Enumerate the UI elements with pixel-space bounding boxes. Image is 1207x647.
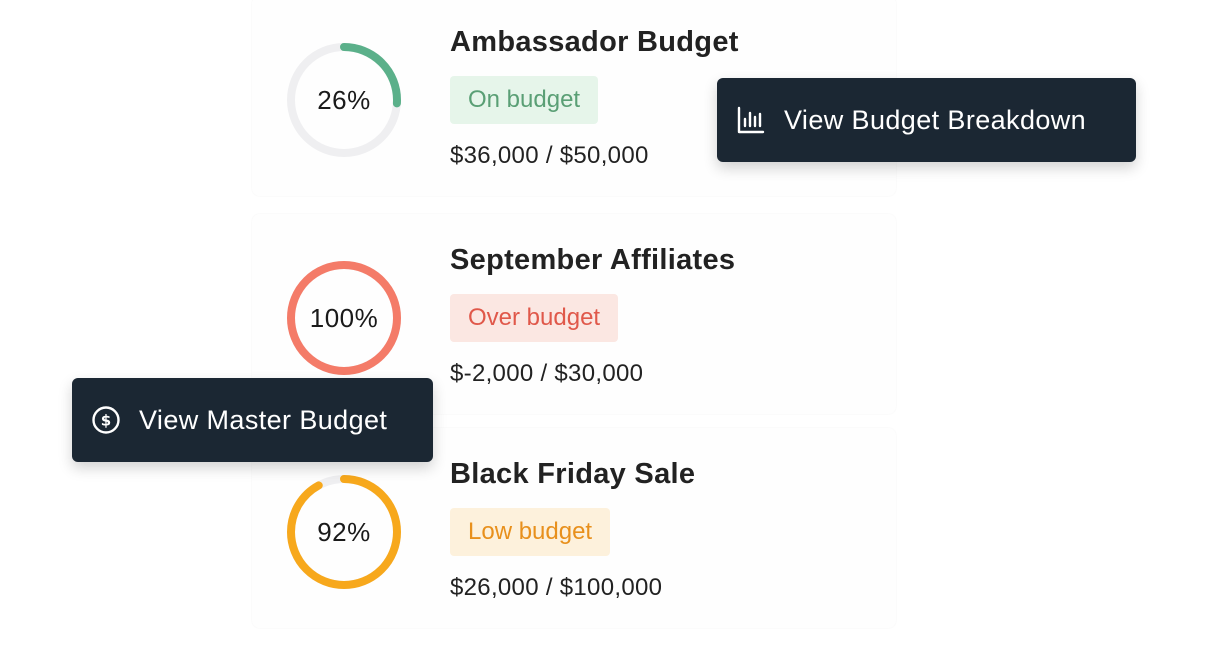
dollar-circle-icon: $ [90, 404, 122, 436]
progress-ring: 100% [284, 258, 404, 378]
budget-title: September Affiliates [450, 244, 736, 276]
bar-chart-icon [735, 104, 767, 136]
budget-title: Black Friday Sale [450, 458, 696, 490]
progress-ring: 92% [284, 472, 404, 592]
view-budget-breakdown-button[interactable]: View Budget Breakdown [717, 78, 1136, 162]
status-badge: Over budget [450, 294, 619, 342]
view-master-budget-label: View Master Budget [139, 404, 388, 435]
svg-text:$: $ [101, 412, 111, 430]
progress-percent: 92% [317, 516, 371, 547]
status-badge: Low budget [450, 508, 611, 556]
budget-amount: $26,000 / $100,000 [450, 574, 663, 601]
status-badge: On budget [450, 76, 599, 124]
budget-overview: 26% Ambassador Budget On budget $36,000 … [0, 0, 1207, 647]
view-master-budget-button[interactable]: $ View Master Budget [72, 378, 433, 462]
view-budget-breakdown-label: View Budget Breakdown [784, 104, 1087, 135]
progress-ring: 26% [284, 40, 404, 160]
budget-amount: $36,000 / $50,000 [450, 142, 649, 169]
budget-amount: $-2,000 / $30,000 [450, 360, 644, 387]
budget-title: Ambassador Budget [450, 26, 739, 58]
progress-percent: 100% [309, 302, 379, 333]
progress-percent: 26% [317, 84, 371, 115]
